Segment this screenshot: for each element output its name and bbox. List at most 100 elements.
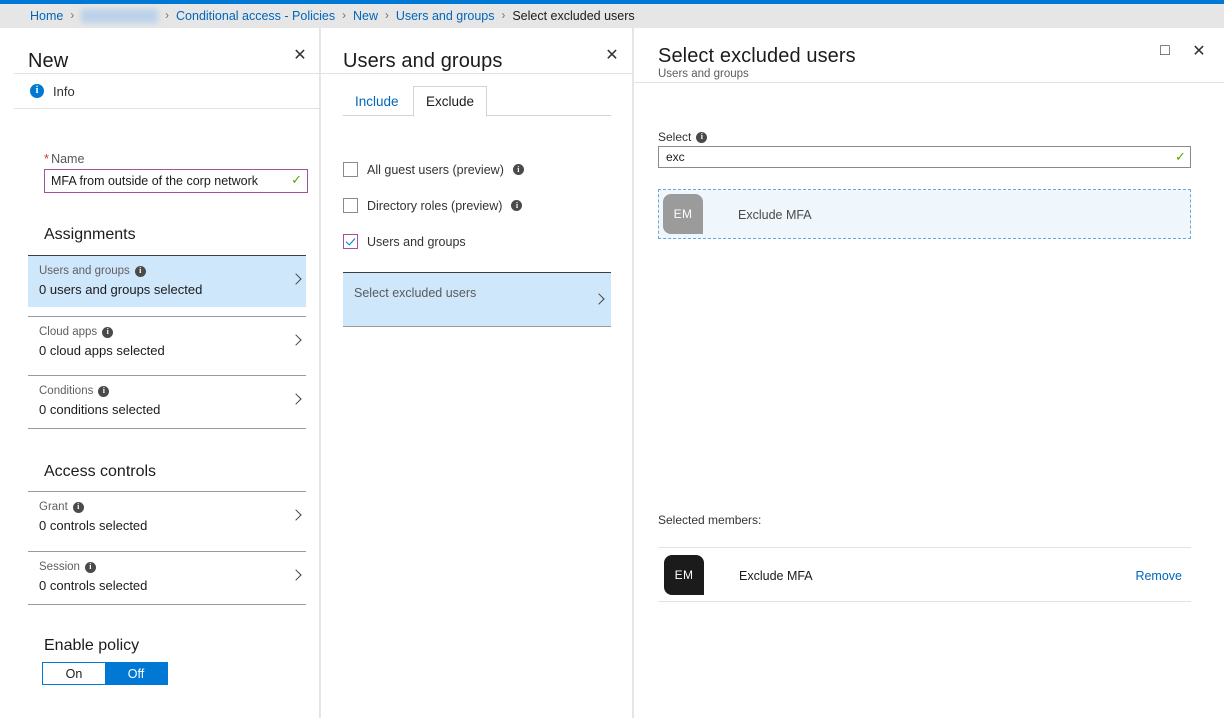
nav-row-session[interactable]: Session i 0 controls selected xyxy=(28,551,306,603)
tab-include[interactable]: Include xyxy=(343,86,411,116)
remove-button[interactable]: Remove xyxy=(1135,569,1182,583)
nav-row-title-wrap: Cloud apps i xyxy=(39,326,114,338)
assignments-heading: Assignments xyxy=(44,226,136,243)
close-icon[interactable]: ✕ xyxy=(287,42,313,68)
checkbox-box[interactable] xyxy=(343,162,358,177)
checkbox-label: Users and groups xyxy=(367,234,466,249)
selected-member-row: EM Exclude MFA Remove xyxy=(658,547,1191,602)
nav-row-title: Grant xyxy=(39,501,68,513)
row-label: Select excluded users xyxy=(354,286,477,300)
breadcrumb-item-tenant[interactable]: Inbrand Labs xyxy=(81,9,159,23)
name-field-label: * Name xyxy=(44,151,85,166)
breadcrumb-item-home[interactable]: Home xyxy=(30,9,63,23)
chevron-right-icon xyxy=(291,272,300,288)
info-icon[interactable]: i xyxy=(512,164,524,175)
close-icon[interactable]: ✕ xyxy=(1186,38,1212,64)
result-name: Exclude MFA xyxy=(738,208,812,222)
checkbox-all-guest-users[interactable]: All guest users (preview) i xyxy=(343,162,524,177)
breadcrumb-separator: › xyxy=(70,10,75,22)
nav-row-value: 0 users and groups selected xyxy=(39,282,203,297)
nav-row-title-wrap: Users and groups i xyxy=(39,265,146,277)
search-result-item[interactable]: EM Exclude MFA xyxy=(658,189,1191,239)
checkmark-icon: ✓ xyxy=(1175,149,1186,164)
blade-new-title: New xyxy=(28,50,69,72)
selected-member-name: Exclude MFA xyxy=(739,569,813,583)
required-marker: * xyxy=(44,151,50,166)
breadcrumb-separator: › xyxy=(501,10,506,22)
avatar: EM xyxy=(664,555,704,595)
blade-select-excluded-users: Select excluded users Users and groups □… xyxy=(634,28,1224,718)
divider xyxy=(14,108,320,109)
breadcrumb-item-conditional-access-policies[interactable]: Conditional access - Policies xyxy=(176,9,335,23)
info-icon[interactable]: i xyxy=(72,501,84,513)
breadcrumb-separator: › xyxy=(165,10,170,22)
chevron-right-icon xyxy=(291,392,300,408)
nav-row-cloud-apps[interactable]: Cloud apps i 0 cloud apps selected xyxy=(28,316,306,368)
nav-row-title: Conditions xyxy=(39,385,94,397)
breadcrumb-item-select-excluded-users: Select excluded users xyxy=(512,9,635,23)
nav-row-title: Cloud apps xyxy=(39,326,98,338)
info-icon[interactable]: i xyxy=(98,385,110,397)
chevron-right-icon xyxy=(291,508,300,524)
nav-row-title-wrap: Session i xyxy=(39,561,96,573)
include-exclude-tabs: Include Exclude xyxy=(343,86,611,117)
info-banner[interactable]: i Info xyxy=(14,74,320,108)
nav-row-title-wrap: Conditions i xyxy=(39,385,110,397)
enable-policy-heading: Enable policy xyxy=(44,637,140,654)
divider xyxy=(321,73,633,74)
name-field-wrapper: ✓ xyxy=(44,169,308,193)
chevron-right-icon xyxy=(291,568,300,584)
nav-row-value: 0 cloud apps selected xyxy=(39,343,165,358)
breadcrumb-separator: › xyxy=(384,10,389,22)
checkbox-label: All guest users (preview) xyxy=(367,162,504,177)
access-controls-heading: Access controls xyxy=(44,463,157,480)
info-icon[interactable]: i xyxy=(511,200,523,211)
maximize-icon[interactable]: □ xyxy=(1152,38,1178,64)
breadcrumb-separator: › xyxy=(342,10,346,22)
nav-row-title-wrap: Grant i xyxy=(39,501,84,513)
close-icon[interactable]: ✕ xyxy=(599,42,625,68)
nav-row-title: Session xyxy=(39,561,80,573)
nav-row-value: 0 controls selected xyxy=(39,518,148,533)
tab-exclude[interactable]: Exclude xyxy=(413,86,488,117)
nav-row-value: 0 controls selected xyxy=(39,578,148,593)
info-icon[interactable]: i xyxy=(84,561,96,573)
chevron-right-icon xyxy=(291,333,300,349)
policy-name-input[interactable] xyxy=(44,169,308,193)
blade-new-policy: New ✕ i Info *Name ✓ Assignments Users a… xyxy=(14,28,320,718)
checkbox-users-and-groups[interactable]: Users and groups xyxy=(343,234,466,249)
azure-portal-screen: Home › Inbrand Labs › Conditional access… xyxy=(0,0,1224,718)
divider xyxy=(28,428,306,429)
select-label-text: Select xyxy=(658,130,692,144)
chevron-right-icon xyxy=(594,292,603,308)
select-field-label: Select i xyxy=(658,130,708,144)
blade-select-excluded-title: Select excluded users xyxy=(658,45,856,67)
selected-members-label: Selected members: xyxy=(658,513,762,527)
breadcrumb-item-new[interactable]: New xyxy=(353,9,378,23)
info-icon: i xyxy=(30,84,44,98)
nav-row-conditions[interactable]: Conditions i 0 conditions selected xyxy=(28,375,306,427)
info-icon[interactable]: i xyxy=(102,326,114,338)
breadcrumb: Home › Inbrand Labs › Conditional access… xyxy=(0,4,1224,28)
blade-select-excluded-subtitle: Users and groups xyxy=(658,68,749,80)
info-icon[interactable]: i xyxy=(134,265,146,277)
info-label: Info xyxy=(53,83,75,99)
info-icon[interactable]: i xyxy=(696,131,708,143)
checkbox-label: Directory roles (preview) xyxy=(367,198,503,213)
divider xyxy=(634,82,1224,83)
checkbox-directory-roles[interactable]: Directory roles (preview) i xyxy=(343,198,523,213)
row-select-excluded-users[interactable]: Select excluded users xyxy=(343,272,611,327)
blade-users-and-groups: Users and groups ✕ Include Exclude All g… xyxy=(321,28,633,718)
avatar: EM xyxy=(663,194,703,234)
nav-row-value: 0 conditions selected xyxy=(39,402,161,417)
checkbox-box[interactable] xyxy=(343,198,358,213)
breadcrumb-item-users-and-groups[interactable]: Users and groups xyxy=(396,9,495,23)
blade-users-groups-title: Users and groups xyxy=(343,50,503,72)
search-input[interactable] xyxy=(658,146,1191,168)
toggle-option-on[interactable]: On xyxy=(43,663,105,684)
checkbox-box-checked[interactable] xyxy=(343,234,358,249)
toggle-option-off[interactable]: Off xyxy=(105,663,167,684)
nav-row-users-and-groups[interactable]: Users and groups i 0 users and groups se… xyxy=(28,255,306,307)
nav-row-grant[interactable]: Grant i 0 controls selected xyxy=(28,491,306,543)
enable-policy-toggle[interactable]: On Off xyxy=(42,662,168,685)
